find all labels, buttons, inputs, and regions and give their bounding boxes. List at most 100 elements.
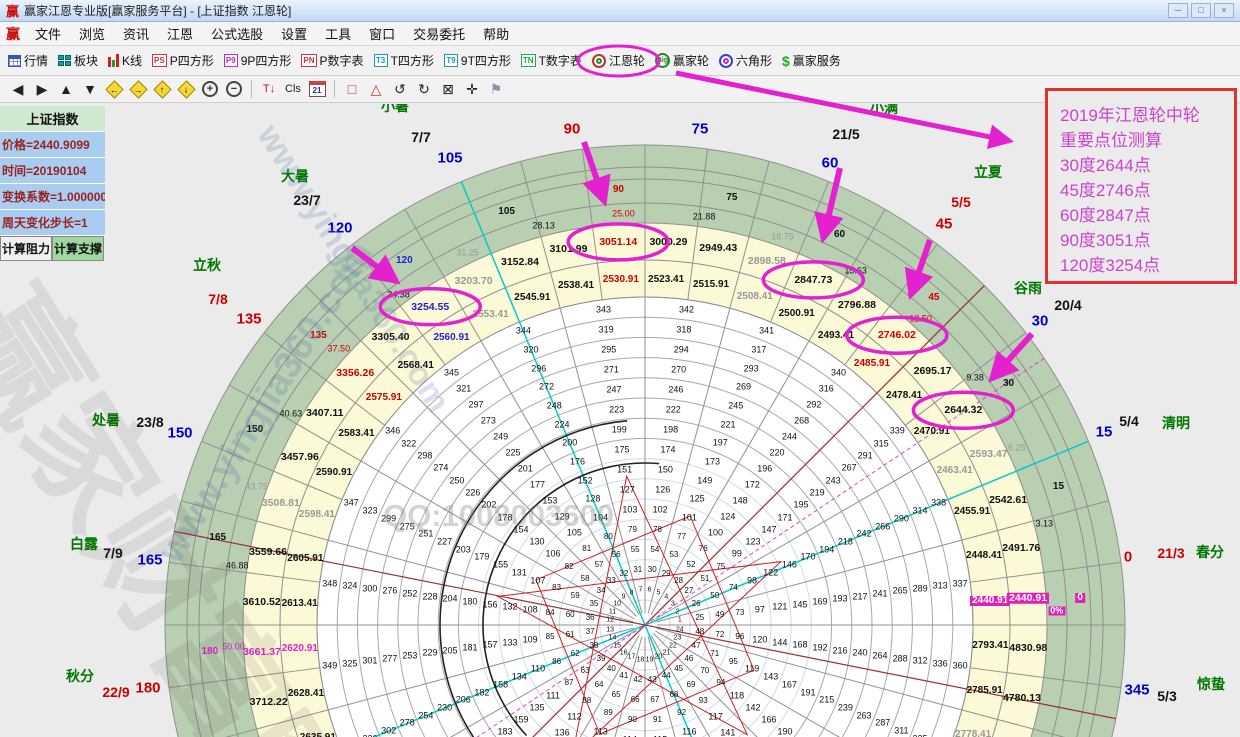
nav-down-button[interactable]: ▼ <box>78 78 102 100</box>
wheel-value: 62 <box>571 650 580 658</box>
toolbar-item-t-table[interactable]: TNT数字表 <box>516 48 587 74</box>
toolbar-item-winner-service[interactable]: $赢家服务 <box>777 48 846 74</box>
wheel-value: 77 <box>677 533 686 541</box>
toolbar-item-label: T数字表 <box>539 52 582 69</box>
center-cross-button[interactable]: ✛ <box>460 78 484 100</box>
toolbar-item-market[interactable]: 行情 <box>3 48 53 74</box>
zoom-in-button[interactable]: + <box>198 78 222 100</box>
candlestick-icon <box>108 54 119 67</box>
menu-item-公式选股[interactable]: 公式选股 <box>202 25 272 44</box>
zoom-out-button[interactable]: − <box>222 78 246 100</box>
wheel-value: 42 <box>633 676 642 684</box>
wheel-value: 89 <box>604 709 613 717</box>
toolbar-item-winner-wheel[interactable]: Big赢家轮 <box>650 48 714 74</box>
nav-back-button[interactable]: ◀ <box>6 78 30 100</box>
pan-right-button[interactable]: → <box>126 78 150 100</box>
wheel-value: 112 <box>567 712 581 721</box>
rotate-cw-button[interactable]: ↻ <box>412 78 436 100</box>
toolbar-item-9t-square[interactable]: T99T四方形 <box>439 48 516 74</box>
calendar-button[interactable]: 21 <box>305 78 329 100</box>
time-axis-button[interactable]: T↓ <box>257 78 281 100</box>
winner-wheel-icon: Big <box>655 53 670 68</box>
wheel-value: 130 <box>530 538 545 547</box>
p-square-icon: PS <box>152 54 167 67</box>
menu-item-窗口[interactable]: 窗口 <box>360 25 404 44</box>
wheel-value: 325 <box>342 659 357 668</box>
clear-box-button[interactable]: ⊠ <box>436 78 460 100</box>
wheel-value: 2463.41 <box>937 466 973 476</box>
wheel-value: 3254.55 <box>411 301 449 312</box>
wheel-value: 40 <box>607 665 616 673</box>
toolbar-item-sectors[interactable]: 板块 <box>53 48 103 74</box>
wheel-value: 136 <box>555 728 570 737</box>
wheel-value: 133 <box>503 638 518 647</box>
wheel-value: 343 <box>596 305 611 314</box>
calc-support-button[interactable]: 计算支撑 <box>52 236 104 261</box>
wheel-value: 33 <box>607 577 616 585</box>
toolbar-separator <box>251 80 252 98</box>
wheel-value: 17 <box>628 654 636 661</box>
nav-up-button[interactable]: ▲ <box>54 78 78 100</box>
toolbar-item-hexagon[interactable]: 六角形 <box>714 48 777 74</box>
toolbar-item-t-square[interactable]: T3T四方形 <box>369 48 439 74</box>
minimize-button[interactable]: ─ <box>1168 3 1188 18</box>
draw-triangle-button[interactable]: △ <box>364 78 388 100</box>
wheel-value: 38 <box>589 642 598 650</box>
menu-item-浏览[interactable]: 浏览 <box>70 25 114 44</box>
draw-rect-button[interactable]: □ <box>340 78 364 100</box>
wheel-value: 295 <box>601 345 616 354</box>
close-button[interactable]: × <box>1214 3 1234 18</box>
pan-down-button[interactable]: ↓ <box>174 78 198 100</box>
wheel-value: 2568.41 <box>398 361 434 371</box>
toolbar-item-label: 行情 <box>24 52 48 69</box>
toolbar-item-p-table[interactable]: PNP数字表 <box>296 48 368 74</box>
wheel-value: 171 <box>778 513 793 522</box>
wheel-value: 224 <box>554 420 569 429</box>
rim-label: 立夏 <box>974 165 1002 179</box>
wheel-value: 150 <box>246 425 263 435</box>
menu-item-资讯[interactable]: 资讯 <box>114 25 158 44</box>
cls-button[interactable]: Cls <box>281 78 305 100</box>
wheel-value: 294 <box>674 345 689 354</box>
wheel-value: 183 <box>497 728 512 737</box>
menu-item-设置[interactable]: 设置 <box>272 25 316 44</box>
screen-flag-button[interactable]: ⚑ <box>484 78 508 100</box>
wheel-value: 12 <box>606 617 614 624</box>
pan-up-button[interactable]: ↑ <box>150 78 174 100</box>
rotate-ccw-button[interactable]: ↺ <box>388 78 412 100</box>
wheel-value: 265 <box>893 587 908 596</box>
wheel-value: 95 <box>729 658 738 666</box>
menu-item-交易委托[interactable]: 交易委托 <box>404 25 474 44</box>
wheel-value: 179 <box>474 553 489 562</box>
nav-forward-button[interactable]: ▶ <box>30 78 54 100</box>
wheel-value: 2778.41 <box>955 730 991 737</box>
rim-label: 5/4 <box>1119 414 1138 428</box>
wheel-value: 223 <box>609 405 624 414</box>
wheel-value: 6 <box>648 587 652 594</box>
wheel-value: 253 <box>402 651 417 660</box>
toolbar-item-9p-square[interactable]: P99P四方形 <box>219 48 297 74</box>
wheel-value: 3559.66 <box>249 546 287 557</box>
wheel-value: 52 <box>687 561 696 569</box>
menu-item-文件[interactable]: 文件 <box>26 25 70 44</box>
wheel-value: 29 <box>662 570 671 578</box>
wheel-value: 92 <box>677 709 686 717</box>
rim-label: 345 <box>1124 683 1149 698</box>
wheel-value: 229 <box>422 649 437 658</box>
toolbar-item-gann-wheel[interactable]: 江恩轮 <box>587 48 650 74</box>
maximize-button[interactable]: □ <box>1191 3 1211 18</box>
toolbar-item-kline[interactable]: K线 <box>103 48 147 74</box>
pan-left-button[interactable]: ← <box>102 78 126 100</box>
menu-item-工具[interactable]: 工具 <box>316 25 360 44</box>
menu-item-江恩[interactable]: 江恩 <box>158 25 202 44</box>
wheel-value: 180 <box>201 647 218 657</box>
wheel-value: 250 <box>449 476 464 485</box>
wheel-value: 2478.41 <box>886 391 922 401</box>
wheel-value: 2523.41 <box>648 275 684 285</box>
calc-resistance-button[interactable]: 计算阻力 <box>0 236 52 261</box>
menu-item-帮助[interactable]: 帮助 <box>474 25 518 44</box>
toolbar-item-label: 9P四方形 <box>241 52 292 69</box>
9p-square-icon: P9 <box>224 54 238 67</box>
toolbar-item-p-square[interactable]: PSP四方形 <box>147 48 219 74</box>
wheel-value: 54 <box>650 546 659 554</box>
